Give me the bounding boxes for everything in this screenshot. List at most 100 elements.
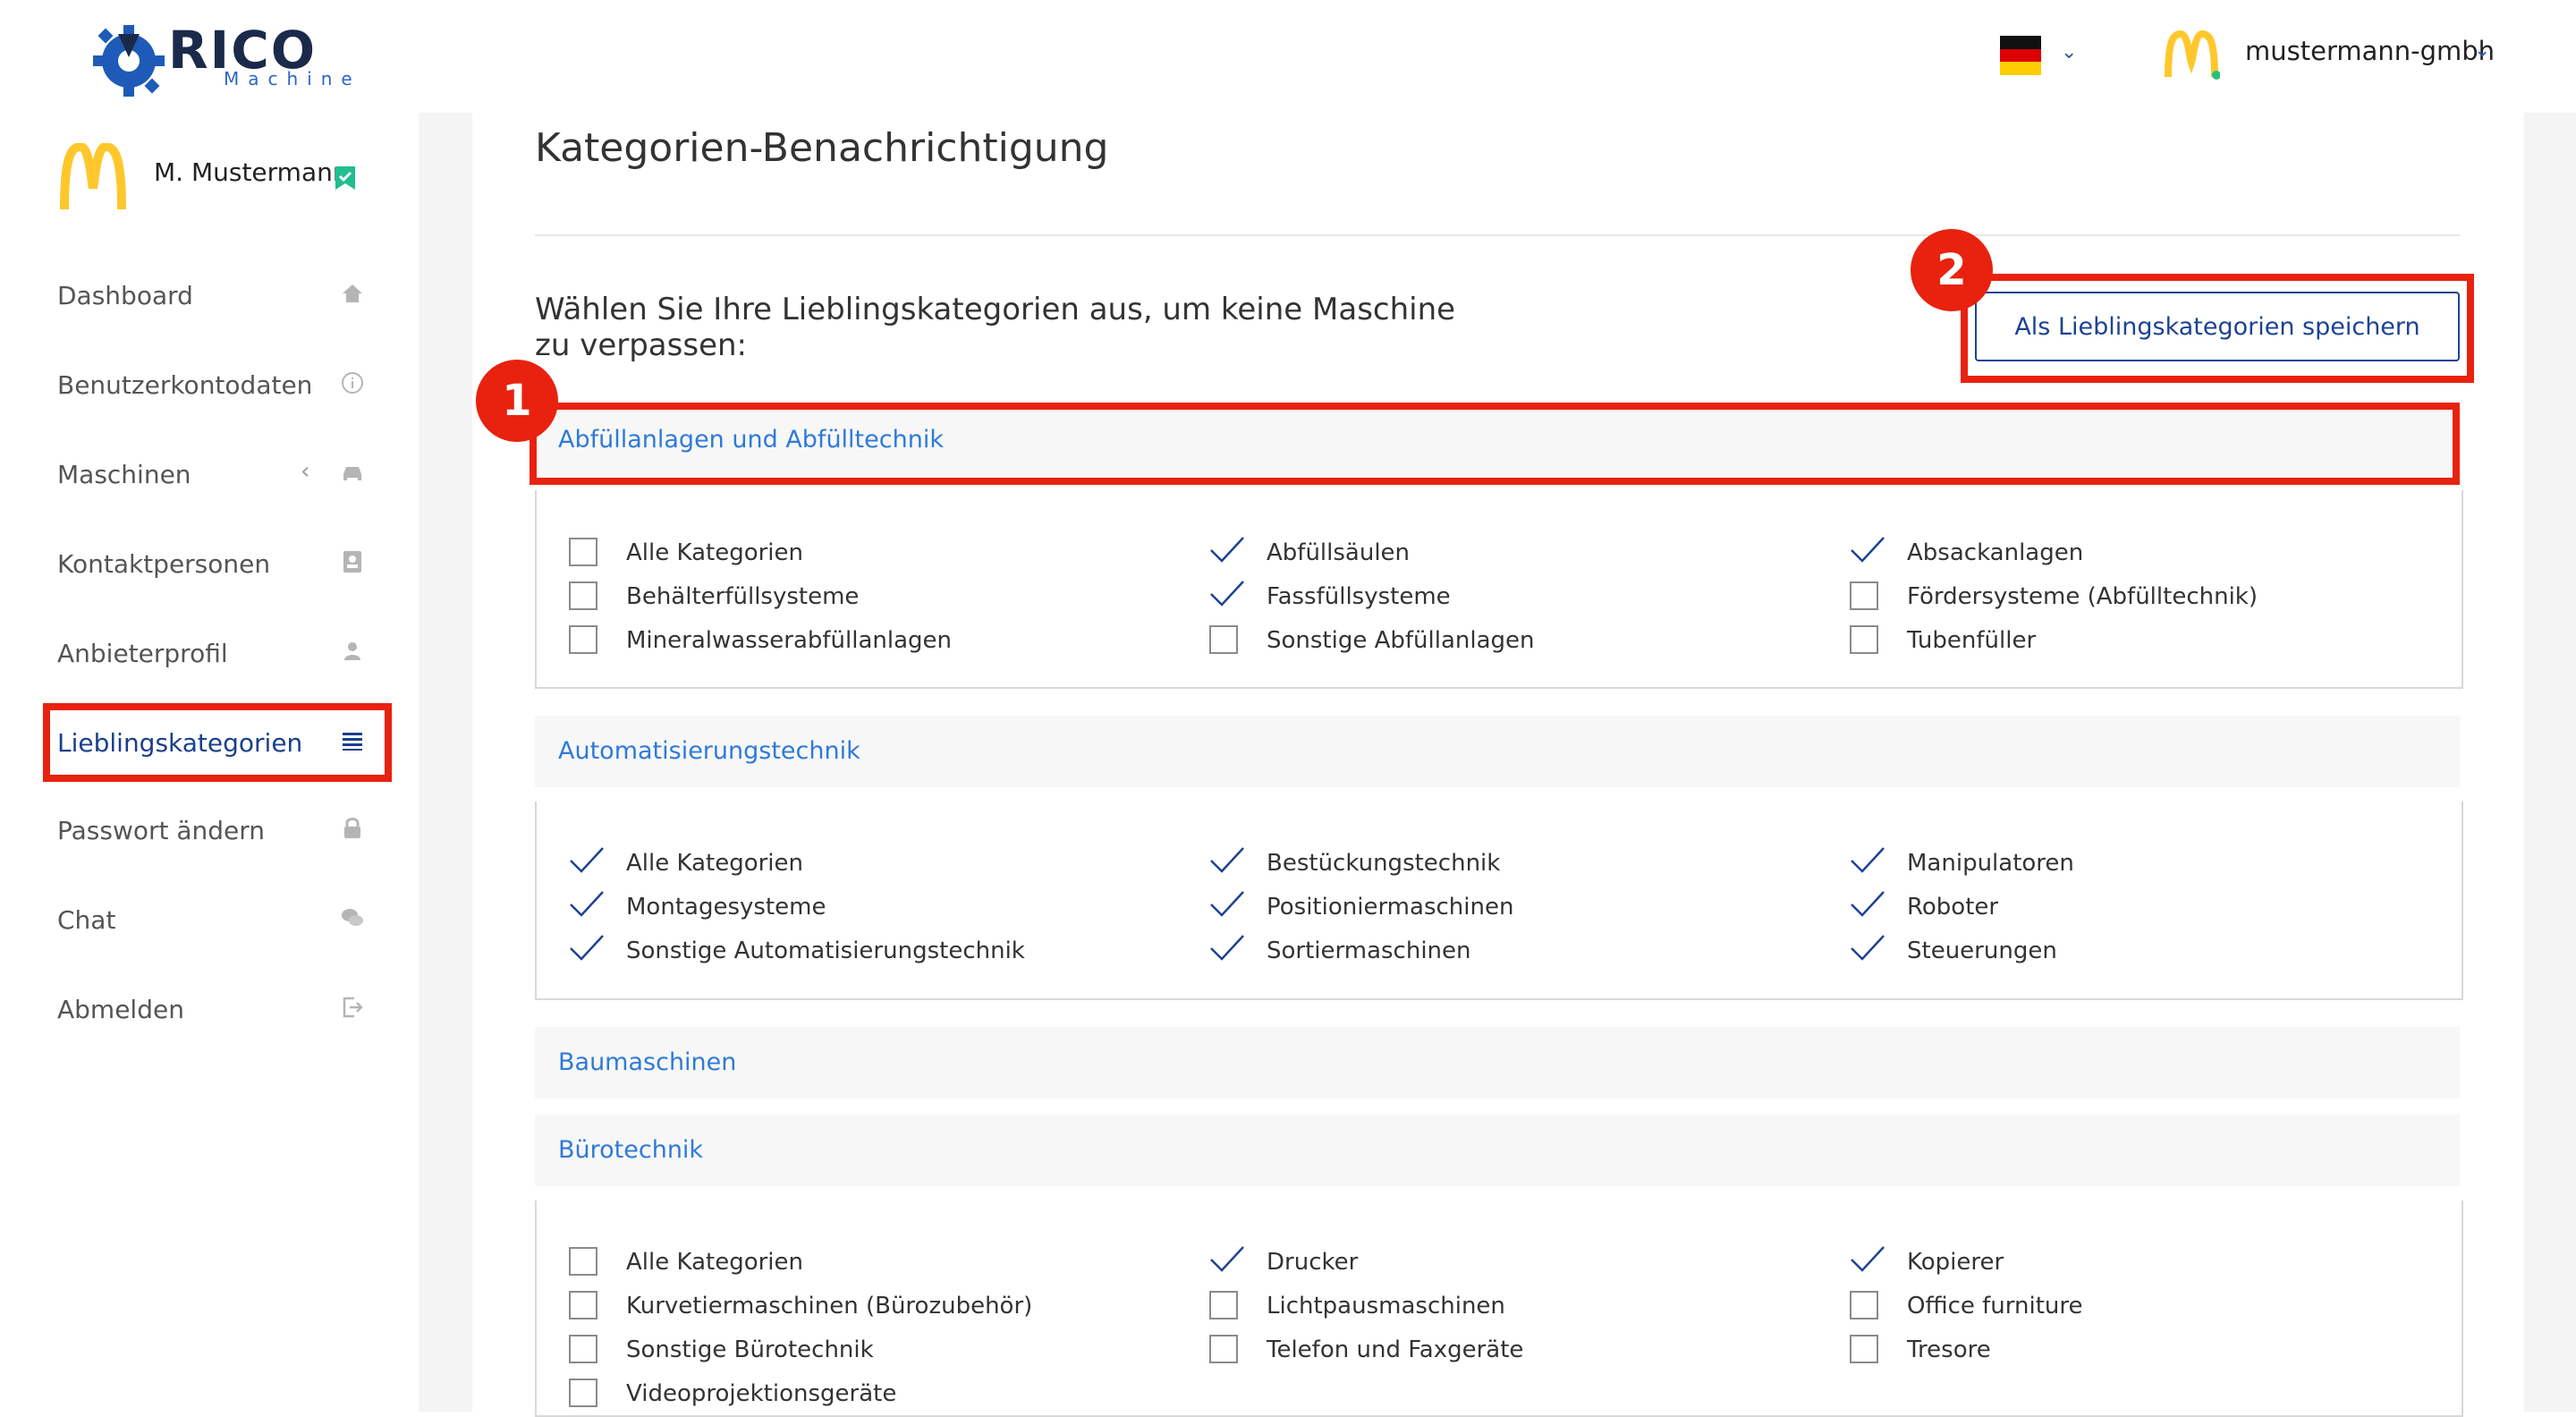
option-label: Tubenfüller — [1907, 627, 2037, 654]
sidebar-item-label: Maschinen — [57, 460, 191, 489]
option-label: Sonstige Bürotechnik — [626, 1336, 874, 1363]
checkmark-icon[interactable] — [1850, 932, 1885, 964]
option-label: Alle Kategorien — [626, 1249, 804, 1276]
checkbox[interactable] — [1209, 1335, 1238, 1363]
option-label: Mineralwasserabfüllanlagen — [626, 627, 953, 654]
home-icon — [343, 284, 362, 302]
option-label: Telefon und Faxgeräte — [1267, 1336, 1524, 1363]
checkmark-icon[interactable] — [1209, 578, 1245, 610]
checkbox[interactable] — [569, 1335, 597, 1363]
language-chevron-down-icon[interactable]: ⌄ — [2061, 41, 2077, 64]
category-header-baumaschinen[interactable]: Baumaschinen — [535, 1027, 2460, 1099]
gear-logo-icon — [93, 25, 165, 97]
title-divider — [535, 234, 2460, 236]
option-label: Fördersysteme (Abfülltechnik) — [1907, 583, 2258, 610]
sidebar-item-dashboard[interactable]: Dashboard — [57, 270, 365, 324]
user-icon — [344, 642, 360, 660]
category-header-automatisierungstechnik[interactable]: Automatisierungstechnik — [535, 716, 2460, 787]
option-label: Kopierer — [1907, 1249, 2004, 1276]
checkbox[interactable] — [569, 538, 597, 566]
checkmark-icon[interactable] — [1209, 844, 1245, 877]
sidebar-item-maschinen[interactable]: Maschinen ‹ — [57, 449, 365, 503]
option-label: Fassfüllsysteme — [1267, 583, 1451, 610]
checkbox[interactable] — [1850, 1335, 1878, 1363]
rico-logo[interactable]: RICO Machine — [93, 20, 352, 97]
company-logo-icon — [2165, 30, 2220, 80]
chat-icon — [342, 909, 363, 926]
category-title: Bürotechnik — [558, 1136, 704, 1164]
annotation-badge-2: 2 — [1911, 229, 1993, 311]
checkmark-icon[interactable] — [569, 932, 605, 964]
option-label: Alle Kategorien — [626, 539, 804, 566]
annotation-badge-1: 1 — [476, 360, 558, 442]
option-label: Kurvetiermaschinen (Bürozubehör) — [626, 1293, 1033, 1319]
checkmark-icon[interactable] — [1850, 888, 1885, 921]
sidebar-item-label: Dashboard — [57, 281, 193, 310]
info-icon — [342, 372, 363, 394]
option-label: Office furniture — [1907, 1293, 2083, 1319]
option-label: Bestückungstechnik — [1267, 850, 1501, 877]
checkbox[interactable] — [1209, 1291, 1238, 1319]
category-title: Baumaschinen — [558, 1048, 737, 1076]
account-chevron-down-icon[interactable]: ⌄ — [2474, 39, 2490, 62]
highlight-sidebar-active — [43, 703, 392, 782]
chevron-left-icon: ‹ — [301, 458, 310, 485]
option-label: Behälterfüllsysteme — [626, 583, 860, 610]
logout-icon — [343, 997, 363, 1018]
checkmark-icon[interactable] — [1209, 888, 1245, 921]
sidebar-item-abmelden[interactable]: Abmelden — [57, 984, 365, 1038]
checkmark-icon[interactable] — [1850, 1243, 1885, 1276]
sidebar-item-kontaktpersonen[interactable]: Kontaktpersonen — [57, 539, 365, 592]
sidebar-item-passwort[interactable]: Passwort ändern — [57, 805, 365, 859]
profile-user-name: M. Mustermann — [154, 157, 349, 187]
option-label: Sortiermaschinen — [1267, 938, 1471, 964]
category-header-buerotechnik[interactable]: Bürotechnik — [535, 1115, 2460, 1186]
checkbox[interactable] — [1850, 1291, 1878, 1319]
option-label: Roboter — [1907, 894, 1999, 921]
checkmark-icon[interactable] — [1209, 932, 1245, 964]
sidebar-item-label: Passwort ändern — [57, 816, 266, 845]
sidebar-item-label: Anbieterprofil — [57, 639, 228, 668]
checkmark-icon[interactable] — [1209, 534, 1245, 566]
option-label: Positioniermaschinen — [1267, 894, 1514, 921]
sidebar-item-label: Benutzerkontodaten — [57, 370, 313, 400]
sidebar-item-benutzerkontodaten[interactable]: Benutzerkontodaten — [57, 360, 365, 413]
logo-subtext: Machine — [224, 68, 361, 89]
sidebar-item-label: Abmelden — [57, 995, 184, 1024]
checkbox[interactable] — [569, 625, 597, 654]
checkbox[interactable] — [1209, 625, 1238, 654]
intro-text: Wählen Sie Ihre Lieblingskategorien aus,… — [535, 292, 1456, 363]
checkbox[interactable] — [569, 1291, 597, 1319]
option-label: Drucker — [1267, 1249, 1359, 1276]
option-label: Montagesysteme — [626, 894, 826, 921]
checkmark-icon[interactable] — [1850, 534, 1885, 566]
option-label: Manipulatoren — [1907, 850, 2074, 877]
highlight-save-button — [1961, 274, 2474, 383]
checkbox[interactable] — [569, 1379, 597, 1407]
checkmark-icon[interactable] — [1209, 1243, 1245, 1276]
car-icon — [343, 467, 361, 480]
checkbox[interactable] — [569, 1247, 597, 1276]
option-label: Absackanlagen — [1907, 539, 2084, 566]
lock-icon — [344, 818, 360, 838]
user-avatar — [60, 143, 126, 210]
checkmark-icon[interactable] — [569, 888, 605, 921]
option-label: Tresore — [1907, 1336, 1991, 1363]
checkbox[interactable] — [1850, 625, 1878, 654]
sidebar-item-anbieterprofil[interactable]: Anbieterprofil — [57, 628, 365, 682]
option-label: Steuerungen — [1907, 938, 2057, 964]
checkbox[interactable] — [1850, 581, 1878, 610]
option-label: Videoprojektionsgeräte — [626, 1380, 897, 1407]
checkmark-icon[interactable] — [569, 844, 605, 877]
option-label: Sonstige Abfüllanlagen — [1267, 627, 1535, 654]
page-title: Kategorien-Benachrichtigung — [535, 125, 1109, 171]
sidebar-item-label: Kontaktpersonen — [57, 549, 271, 579]
account-menu-name[interactable]: mustermann-gmbh — [2245, 36, 2495, 66]
checkmark-icon[interactable] — [1850, 844, 1885, 877]
option-label: Sonstige Automatisierungstechnik — [626, 938, 1025, 964]
sidebar-item-chat[interactable]: Chat — [57, 895, 365, 948]
language-flag-de[interactable] — [2000, 36, 2041, 75]
checkbox[interactable] — [569, 581, 597, 610]
sidebar-item-label: Chat — [57, 905, 116, 935]
option-label: Lichtpausmaschinen — [1267, 1293, 1505, 1319]
